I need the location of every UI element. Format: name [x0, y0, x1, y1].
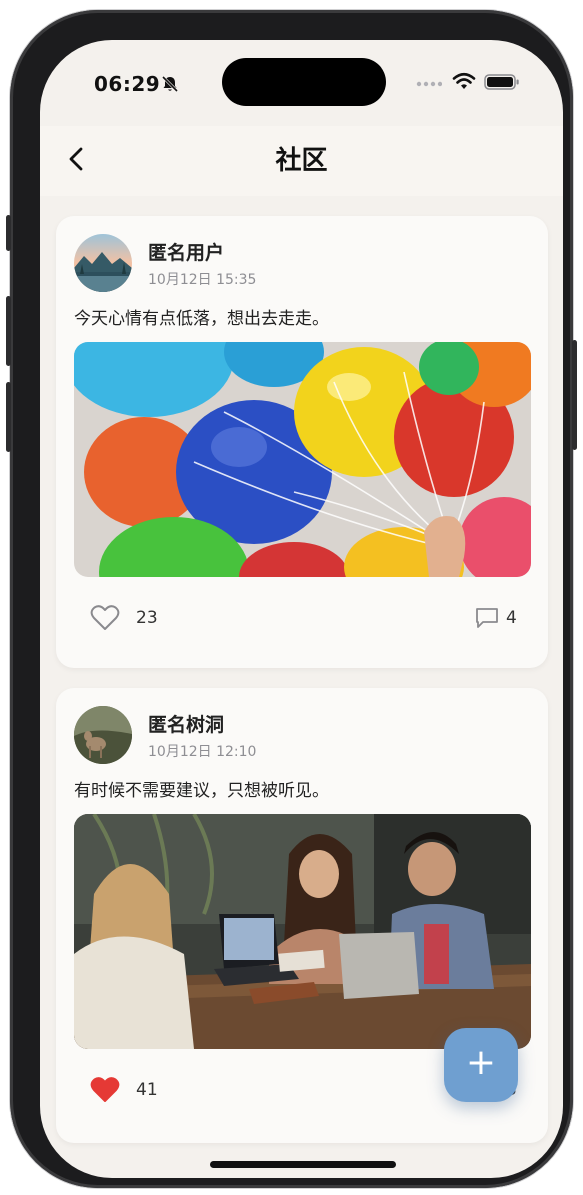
battery-icon — [484, 74, 519, 90]
balloons-image — [74, 342, 531, 577]
home-indicator[interactable] — [210, 1161, 396, 1168]
post-text: 今天心情有点低落，想出去走走。 — [74, 309, 329, 329]
heart-filled-icon[interactable] — [90, 1076, 120, 1104]
avatar-landscape-image — [74, 234, 132, 292]
volume-down-button — [6, 382, 11, 452]
navigation-bar: 社区 — [40, 126, 563, 196]
phone-frame: 06:29 社区 匿名用户 10月12日 15:35 今天心情有点低落，想出去走… — [6, 10, 577, 1188]
comment-icon[interactable] — [474, 606, 500, 630]
post-text: 有时候不需要建议，只想被听见。 — [74, 781, 329, 801]
wifi-icon — [452, 72, 476, 89]
friends-image — [74, 814, 531, 1049]
power-button — [572, 340, 577, 450]
status-time: 06:29 — [94, 72, 161, 96]
post-author[interactable]: 匿名树洞 — [148, 710, 224, 737]
post-time: 10月12日 12:10 — [148, 744, 257, 760]
heart-outline-icon[interactable] — [90, 604, 120, 632]
post-time: 10月12日 15:35 — [148, 272, 257, 288]
like-count: 41 — [136, 1080, 158, 1100]
avatar[interactable] — [74, 234, 132, 292]
page-title: 社区 — [275, 146, 328, 176]
like-count: 23 — [136, 608, 158, 628]
bell-muted-icon — [161, 75, 179, 93]
avatar[interactable] — [74, 706, 132, 764]
avatar-deer-image — [74, 706, 132, 764]
app-screen: 06:29 社区 匿名用户 10月12日 15:35 今天心情有点低落，想出去走… — [40, 40, 563, 1178]
volume-up-button — [6, 296, 11, 366]
post-image-friends[interactable] — [74, 814, 531, 1049]
action-button — [6, 215, 11, 251]
dynamic-island — [222, 58, 386, 106]
signal-icon — [416, 81, 442, 87]
post-author[interactable]: 匿名用户 — [148, 238, 224, 265]
comment-count: 4 — [506, 608, 517, 628]
post-image-balloons[interactable] — [74, 342, 531, 577]
new-post-button[interactable]: + — [444, 1028, 518, 1102]
post-card[interactable]: 匿名用户 10月12日 15:35 今天心情有点低落，想出去走走。 23 4 — [56, 216, 548, 668]
